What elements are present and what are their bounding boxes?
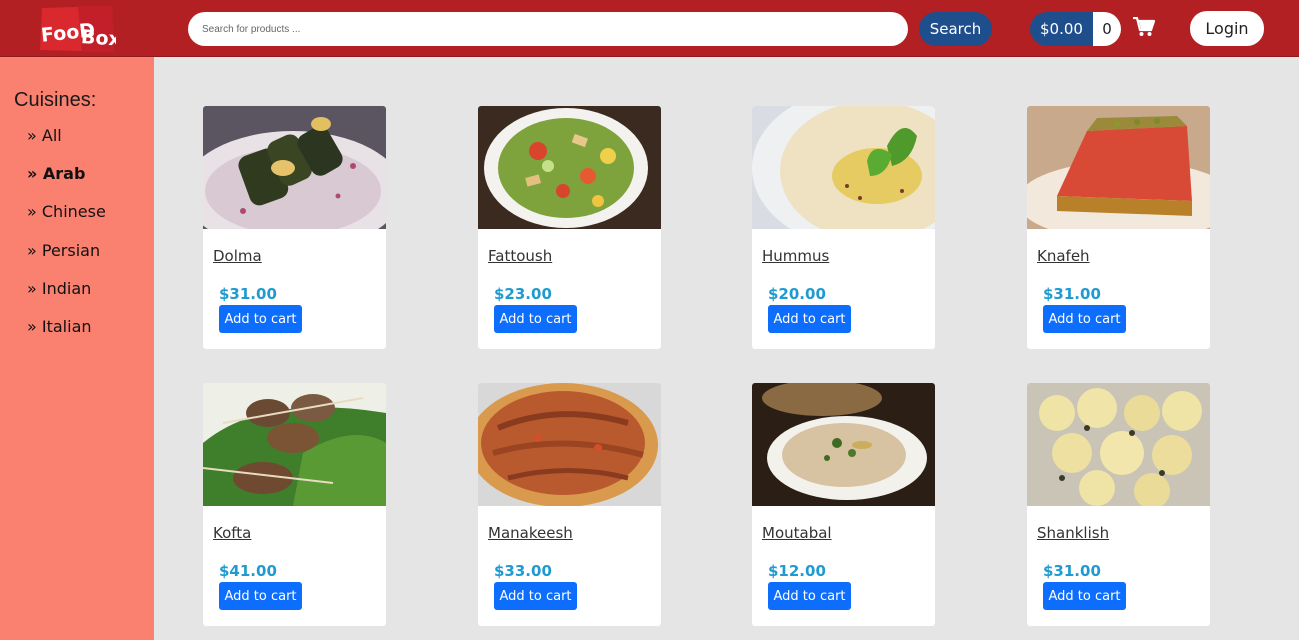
product-price: $31.00 [219,285,277,303]
product-card: Kofta $41.00 Add to cart [203,383,386,626]
cuisine-item-all[interactable]: » All [27,125,106,163]
product-price: $31.00 [1043,562,1101,580]
product-image-knafeh[interactable] [1027,106,1210,229]
product-name[interactable]: Shanklish [1037,524,1109,542]
product-name[interactable]: Fattoush [488,247,552,265]
product-card: Knafeh $31.00 Add to cart [1027,106,1210,349]
cuisine-item-italian[interactable]: » Italian [27,316,106,354]
cuisine-item-indian[interactable]: » Indian [27,278,106,316]
product-card: Moutabal $12.00 Add to cart [752,383,935,626]
product-image-hummus[interactable] [752,106,935,229]
product-card: Shanklish $31.00 Add to cart [1027,383,1210,626]
product-name[interactable]: Dolma [213,247,262,265]
add-to-cart-button[interactable]: Add to cart [494,305,577,333]
cart-total-badge[interactable]: $0.00 [1030,12,1093,46]
product-price: $31.00 [1043,285,1101,303]
svg-text:Box: Box [80,26,116,51]
product-card: Dolma $31.00 Add to cart [203,106,386,349]
sidebar-title: Cuisines: [14,89,97,111]
product-price: $20.00 [768,285,826,303]
product-image-kofta[interactable] [203,383,386,506]
product-price: $41.00 [219,562,277,580]
product-image-moutabal[interactable] [752,383,935,506]
product-name[interactable]: Knafeh [1037,247,1090,265]
login-button[interactable]: Login [1190,11,1264,46]
product-price: $23.00 [494,285,552,303]
cuisines-sidebar: Cuisines: » All » Arab » Chinese » Persi… [0,57,154,640]
product-image-shanklish[interactable] [1027,383,1210,506]
product-card: Fattoush $23.00 Add to cart [478,106,661,349]
product-card: Manakeesh $33.00 Add to cart [478,383,661,626]
product-name[interactable]: Moutabal [762,524,832,542]
search-button[interactable]: Search [919,12,992,46]
product-card: Hummus $20.00 Add to cart [752,106,935,349]
top-navbar: FooD Box Search $0.00 0 Login [0,0,1299,57]
cuisine-item-chinese[interactable]: » Chinese [27,201,106,239]
add-to-cart-button[interactable]: Add to cart [768,305,851,333]
add-to-cart-button[interactable]: Add to cart [1043,305,1126,333]
add-to-cart-button[interactable]: Add to cart [219,582,302,610]
add-to-cart-button[interactable]: Add to cart [494,582,577,610]
product-image-dolma[interactable] [203,106,386,229]
product-name[interactable]: Manakeesh [488,524,573,542]
product-image-fattoush[interactable] [478,106,661,229]
product-name[interactable]: Hummus [762,247,829,265]
search-input[interactable] [188,12,908,46]
shopping-cart-icon[interactable] [1133,17,1155,37]
product-price: $33.00 [494,562,552,580]
add-to-cart-button[interactable]: Add to cart [1043,582,1126,610]
cuisine-list: » All » Arab » Chinese » Persian » India… [27,125,106,354]
cuisine-item-arab[interactable]: » Arab [27,163,106,201]
product-price: $12.00 [768,562,826,580]
product-name[interactable]: Kofta [213,524,251,542]
add-to-cart-button[interactable]: Add to cart [219,305,302,333]
cuisine-item-persian[interactable]: » Persian [27,240,106,278]
add-to-cart-button[interactable]: Add to cart [768,582,851,610]
food-box-logo[interactable]: FooD Box [38,4,116,54]
product-image-manakeesh[interactable] [478,383,661,506]
cart-count-badge[interactable]: 0 [1093,12,1121,46]
